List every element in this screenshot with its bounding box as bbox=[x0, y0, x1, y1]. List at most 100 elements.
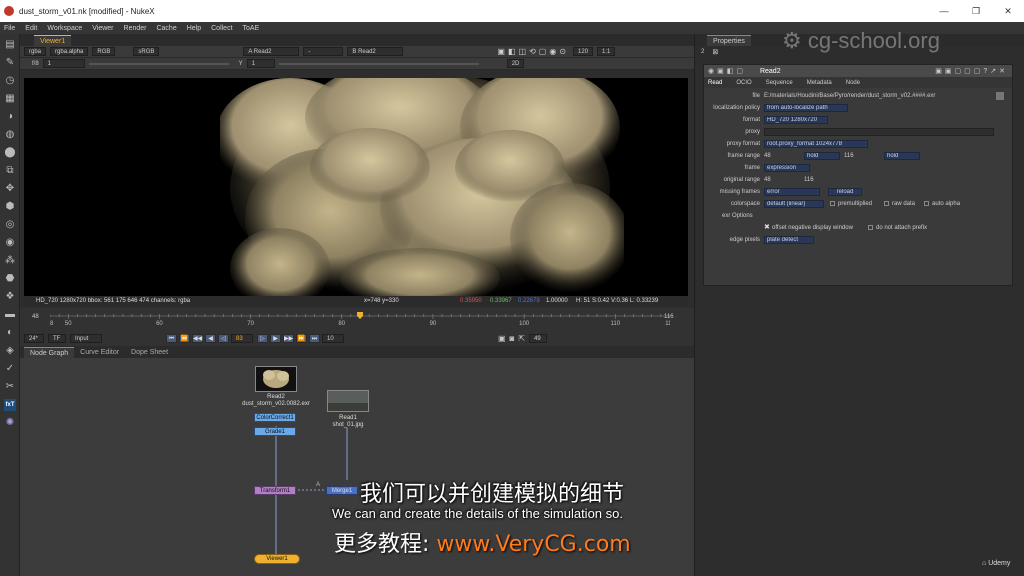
tab-node[interactable]: Node bbox=[846, 80, 860, 86]
tab-ocio[interactable]: OCIO bbox=[736, 80, 751, 86]
menu-collect[interactable]: Collect bbox=[211, 25, 232, 32]
display-channels-select[interactable]: RGB bbox=[92, 47, 116, 56]
operation-select[interactable]: - bbox=[303, 47, 344, 56]
flipbook-icons[interactable]: ▣◙⇱ bbox=[498, 334, 529, 343]
gamma-slider[interactable] bbox=[278, 62, 479, 65]
panel-header-icons[interactable]: ◉▣◧▢ bbox=[708, 67, 746, 75]
first-frame-button[interactable]: ⏮ bbox=[166, 333, 177, 343]
file-value[interactable]: E:/materials/Houdini/Base/Pyro/render/du… bbox=[764, 91, 935, 101]
missing-frames-select[interactable]: error bbox=[764, 188, 820, 196]
tab-dope-sheet[interactable]: Dope Sheet bbox=[125, 347, 174, 358]
prev-keyframe-button[interactable]: ⏪ bbox=[179, 333, 190, 343]
do-not-attach-checkbox[interactable] bbox=[868, 225, 873, 230]
gear-icon[interactable]: ✺ bbox=[4, 417, 16, 429]
orig-start-field[interactable]: 48 bbox=[764, 175, 771, 185]
increment-field[interactable]: 10 bbox=[322, 333, 344, 343]
tab-sequence[interactable]: Sequence bbox=[766, 80, 793, 86]
gamma-field[interactable]: 1 bbox=[246, 59, 275, 68]
edge-pixels-select[interactable]: plate detect bbox=[764, 236, 814, 244]
zoom-select[interactable]: 120 bbox=[573, 47, 594, 56]
read1-thumbnail[interactable] bbox=[327, 390, 369, 412]
menu-toae[interactable]: ToAE bbox=[243, 25, 260, 32]
tab-read[interactable]: Read bbox=[708, 80, 722, 86]
menu-file[interactable]: File bbox=[4, 25, 15, 32]
frame-display-field[interactable]: 49 bbox=[529, 333, 548, 343]
input-a-select[interactable]: A Read2 bbox=[243, 47, 300, 56]
tab-viewer1[interactable]: Viewer1 bbox=[34, 35, 72, 46]
format-select[interactable]: HD_720 1280x720 bbox=[764, 116, 828, 124]
frame-end-mode-select[interactable]: hold bbox=[884, 152, 920, 160]
merge-nodes-icon[interactable]: ⧉ bbox=[4, 165, 16, 177]
channels-select[interactable]: rgba bbox=[24, 47, 47, 56]
next-increment-button[interactable]: ▶▶ bbox=[283, 333, 294, 343]
range-mode-select[interactable]: Input bbox=[70, 333, 102, 343]
time-nodes-icon[interactable]: ◷ bbox=[4, 75, 16, 87]
menu-render[interactable]: Render bbox=[124, 25, 147, 32]
image-nodes-icon[interactable]: ▤ bbox=[4, 39, 16, 51]
orig-end-field[interactable]: 116 bbox=[804, 175, 814, 185]
close-button[interactable]: ✕ bbox=[992, 0, 1024, 22]
proxy-field[interactable] bbox=[764, 128, 994, 136]
fxt-icon[interactable]: fxT bbox=[4, 399, 16, 411]
auto-alpha-checkbox[interactable] bbox=[924, 201, 929, 206]
menu-workspace[interactable]: Workspace bbox=[47, 25, 82, 32]
viewer-canvas[interactable] bbox=[24, 78, 688, 296]
proxy-format-select[interactable]: root.proxy_format 1024x778 bbox=[764, 140, 868, 148]
panel-options-icon[interactable]: ⊠ bbox=[712, 48, 718, 56]
prev-increment-button[interactable]: ◀◀ bbox=[192, 333, 203, 343]
bokeh-nodes-icon[interactable]: ◈ bbox=[4, 345, 16, 357]
frame-start-field[interactable]: 48 bbox=[764, 151, 771, 161]
tf-select[interactable]: TF bbox=[48, 333, 66, 343]
max-panels-field[interactable]: 2 bbox=[701, 49, 704, 55]
channel-nodes-icon[interactable]: ▦ bbox=[4, 93, 16, 105]
menu-help[interactable]: Help bbox=[187, 25, 201, 32]
maximize-button[interactable]: ❐ bbox=[960, 0, 992, 22]
3d-nodes-icon[interactable]: ⬢ bbox=[4, 201, 16, 213]
last-frame-button[interactable]: ⏭ bbox=[309, 333, 320, 343]
node-name-field[interactable]: Read2 bbox=[760, 68, 781, 75]
toolsets-icon[interactable]: ⬣ bbox=[4, 273, 16, 285]
premultiplied-checkbox[interactable] bbox=[830, 201, 835, 206]
raw-data-checkbox[interactable] bbox=[884, 201, 889, 206]
alpha-channel-select[interactable]: rgba.alpha bbox=[50, 47, 89, 56]
play-forward-button[interactable]: ▷ bbox=[257, 333, 268, 343]
colorcorrect-node[interactable]: ColorCorrect1 bbox=[254, 413, 296, 422]
gain-field[interactable]: 1 bbox=[42, 59, 85, 68]
metadata-nodes-icon[interactable]: ◉ bbox=[4, 237, 16, 249]
reload-button[interactable]: reload bbox=[828, 188, 862, 196]
playhead-marker[interactable] bbox=[357, 312, 363, 319]
menu-edit[interactable]: Edit bbox=[25, 25, 37, 32]
frame-start-mode-select[interactable]: hold bbox=[804, 152, 840, 160]
minimize-button[interactable]: — bbox=[928, 0, 960, 22]
furnace-nodes-icon[interactable]: ▬ bbox=[4, 309, 16, 321]
tab-metadata[interactable]: Metadata bbox=[807, 80, 832, 86]
localization-select[interactable]: from auto-localize path bbox=[764, 104, 848, 112]
views-nodes-icon[interactable]: ◎ bbox=[4, 219, 16, 231]
particles-nodes-icon[interactable]: ⁂ bbox=[4, 255, 16, 267]
frame-end-field[interactable]: 116 bbox=[844, 151, 854, 161]
prev-frame-button[interactable]: ◀ bbox=[205, 333, 216, 343]
grade-node[interactable]: Grade1 bbox=[254, 427, 296, 436]
current-frame-field[interactable]: 83 bbox=[231, 333, 253, 343]
file-browse-icon[interactable] bbox=[996, 92, 1004, 100]
cara-vr-icon[interactable]: ✓ bbox=[4, 363, 16, 375]
merge-node[interactable]: Merge1 bbox=[326, 486, 358, 495]
ocula-nodes-icon[interactable]: ◐ bbox=[4, 327, 16, 339]
tab-properties[interactable]: Properties bbox=[707, 35, 751, 46]
menu-cache[interactable]: Cache bbox=[156, 25, 176, 32]
colorspace-select[interactable]: default (linear) bbox=[764, 200, 824, 208]
filter-nodes-icon[interactable]: ◍ bbox=[4, 129, 16, 141]
next-frame-button[interactable]: ▶ bbox=[270, 333, 281, 343]
tab-curve-editor[interactable]: Curve Editor bbox=[74, 347, 125, 358]
fps-select[interactable]: 24* bbox=[24, 333, 44, 343]
view-mode-select[interactable]: 2D bbox=[506, 59, 525, 68]
keyer-nodes-icon[interactable]: ⬤ bbox=[4, 147, 16, 159]
input-b-select[interactable]: B Read2 bbox=[347, 47, 404, 56]
read2-thumbnail[interactable] bbox=[255, 366, 297, 392]
viewer-node[interactable]: Viewer1 bbox=[254, 554, 300, 564]
panel-right-icons[interactable]: ▣▣▢▢▢?↗✕ bbox=[935, 67, 1008, 75]
transform-nodes-icon[interactable]: ✥ bbox=[4, 183, 16, 195]
draw-nodes-icon[interactable]: ✎ bbox=[4, 57, 16, 69]
frame-mode-select[interactable]: expression bbox=[764, 164, 810, 172]
offset-negative-checkbox[interactable]: ✖ bbox=[764, 223, 770, 233]
